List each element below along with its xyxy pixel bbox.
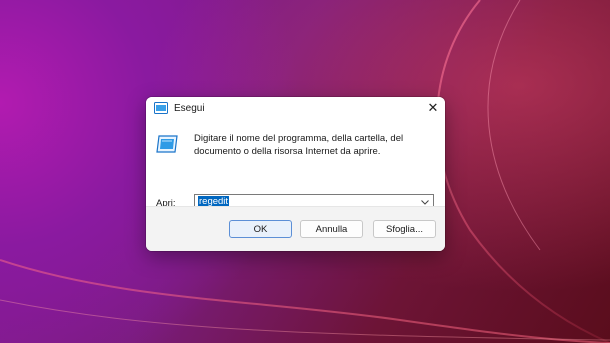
instructions-text: Digitare il nome del programma, della ca… bbox=[194, 133, 404, 157]
button-bar: OK Annulla Sfoglia... bbox=[146, 206, 445, 251]
close-icon: ✕ bbox=[427, 100, 439, 115]
run-icon bbox=[154, 102, 168, 114]
browse-button[interactable]: Sfoglia... bbox=[373, 220, 436, 238]
dialog-content: Digitare il nome del programma, della ca… bbox=[146, 119, 445, 210]
title-bar[interactable]: Esegui ✕ bbox=[146, 97, 445, 119]
cancel-button[interactable]: Annulla bbox=[300, 220, 363, 238]
run-dialog: Esegui ✕ Digitare il nome del programma,… bbox=[146, 97, 445, 251]
ok-button[interactable]: OK bbox=[229, 220, 292, 238]
run-app-icon bbox=[156, 135, 178, 153]
window-title: Esegui bbox=[174, 102, 205, 114]
close-button[interactable]: ✕ bbox=[421, 97, 445, 119]
